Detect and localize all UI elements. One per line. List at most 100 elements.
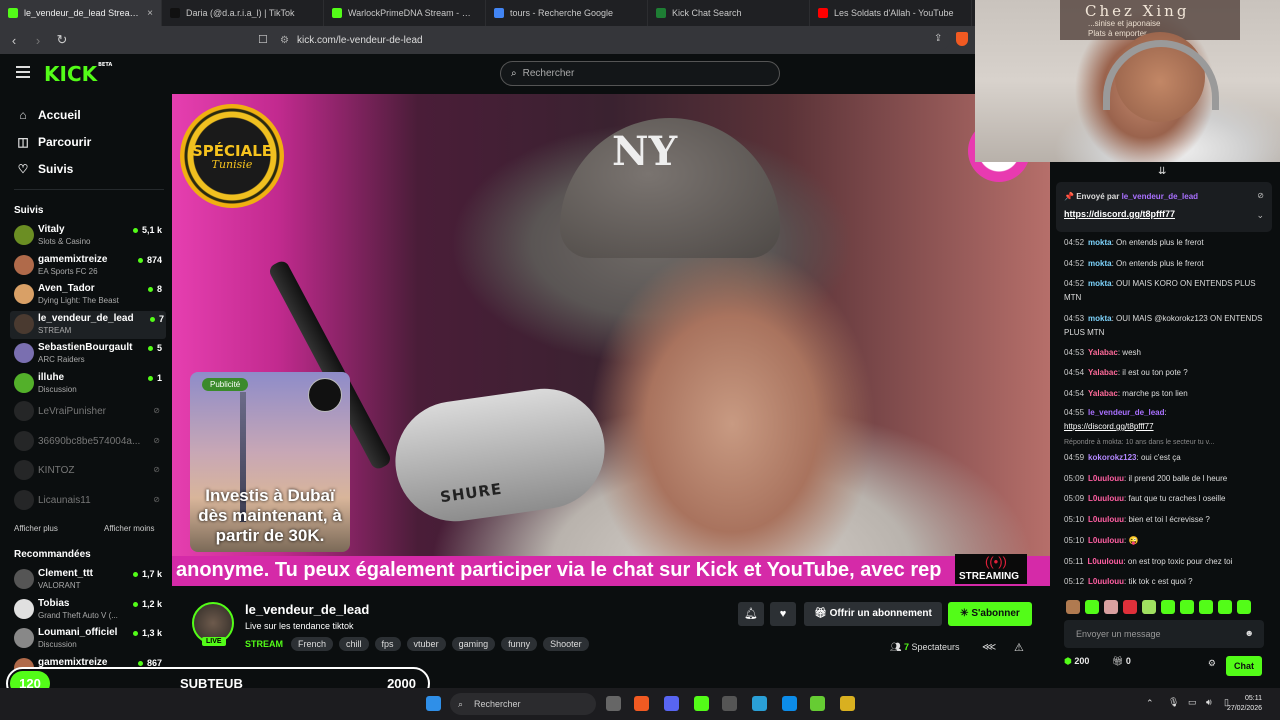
emote-icon[interactable] <box>1085 600 1099 614</box>
message-user[interactable]: mokta <box>1088 238 1112 247</box>
chat-collapse-icon[interactable]: ⇊ <box>1158 166 1166 177</box>
emote-icon[interactable] <box>1123 600 1137 614</box>
sidebar-channel[interactable]: Aven_Tador Dying Light: The Beast 8 <box>14 281 164 309</box>
message-user[interactable]: L0uulouu <box>1088 474 1124 483</box>
stream-tag[interactable]: fps <box>374 637 401 651</box>
show-more-link[interactable]: Afficher plus <box>14 524 58 533</box>
sidebar-channel-offline[interactable]: Licaunais11 ⊘ <box>14 487 164 515</box>
bookmark-icon[interactable]: ☐ <box>258 33 268 46</box>
stream-tag[interactable]: gaming <box>451 637 496 651</box>
message-user[interactable]: L0uulouu <box>1088 577 1124 586</box>
discord-icon[interactable] <box>664 696 679 711</box>
taskbar-clock[interactable]: 05:11 27/02/2026 <box>1227 694 1262 714</box>
site-info-icon[interactable]: ⚙ <box>280 35 289 46</box>
kick-logo[interactable]: KICKBETA <box>44 62 112 86</box>
show-less-link[interactable]: Afficher moins <box>104 524 155 533</box>
emote-icon[interactable] <box>1104 600 1118 614</box>
subscribe-button[interactable]: ✳ S'abonner <box>948 602 1032 626</box>
message-user[interactable]: kokorokz123 <box>1088 453 1136 462</box>
sidebar-channel[interactable]: Tobias Grand Theft Auto V (... 1,2 k <box>14 596 164 624</box>
tab-close-icon[interactable]: × <box>147 8 153 19</box>
pinned-message[interactable]: 📌 Envoyé par le_vendeur_de_lead https://… <box>1056 182 1272 232</box>
message-user[interactable]: L0uulouu <box>1088 515 1124 524</box>
sidebar-channel-offline[interactable]: LeVraiPunisher ⊘ <box>14 398 164 426</box>
message-user[interactable]: Yalabac <box>1088 348 1118 357</box>
sidebar-channel-offline[interactable]: 36690bc8be574004a... ⊘ <box>14 428 164 456</box>
message-user[interactable]: mokta <box>1088 279 1112 288</box>
ad-overlay[interactable]: Publicité Investis à Dubaï dès maintenan… <box>190 372 350 552</box>
edge-icon[interactable] <box>782 696 797 711</box>
stream-tag[interactable]: Shooter <box>543 637 589 651</box>
menu-icon[interactable] <box>16 66 30 81</box>
emote-icon[interactable] <box>1066 600 1080 614</box>
message-user[interactable]: L0uulouu <box>1088 494 1124 503</box>
network-icon[interactable]: ▭ <box>1188 697 1197 708</box>
chat-settings-icon[interactable]: ⚙ <box>1208 658 1216 669</box>
brave-icon[interactable] <box>634 696 649 711</box>
browser-tab[interactable]: tours - Recherche Google <box>486 0 648 26</box>
message-user[interactable]: Yalabac <box>1088 368 1118 377</box>
kick-app-icon[interactable] <box>694 696 709 711</box>
back-icon[interactable]: ‹ <box>4 33 24 48</box>
chat-send-button[interactable]: Chat <box>1226 656 1262 676</box>
share-icon[interactable]: ⇪ <box>934 33 942 44</box>
emote-icon[interactable] <box>1180 600 1194 614</box>
follow-heart-icon[interactable]: ♥ <box>770 602 796 626</box>
app-icon[interactable] <box>840 696 855 711</box>
stream-tag[interactable]: vtuber <box>406 637 446 651</box>
message-user[interactable]: L0uulouu <box>1087 557 1123 566</box>
nav-home[interactable]: ⌂ Accueil <box>16 108 80 122</box>
emote-icon[interactable] <box>1142 600 1156 614</box>
emote-icon[interactable] <box>1199 600 1213 614</box>
expand-chevron-icon[interactable]: ⌄ <box>1256 210 1264 221</box>
message-user[interactable]: Yalabac <box>1088 389 1118 398</box>
nav-following[interactable]: ♡ Suivis <box>16 162 74 176</box>
streamer-name[interactable]: le_vendeur_de_lead <box>245 602 369 617</box>
browser-tab[interactable]: Kick Chat Search <box>648 0 810 26</box>
app-icon[interactable] <box>752 696 767 711</box>
message-user[interactable]: mokta <box>1088 314 1112 323</box>
share-stream-icon[interactable]: ⋘ <box>982 642 996 653</box>
pinned-link[interactable]: https://discord.gg/t8pfff77 <box>1064 209 1175 219</box>
url-input[interactable]: ⚙ kick.com/le-vendeur-de-lead <box>280 30 950 50</box>
message-user[interactable]: le_vendeur_de_lead <box>1088 408 1164 417</box>
report-icon[interactable]: ⚠ <box>1014 641 1024 654</box>
task-view-icon[interactable] <box>606 696 621 711</box>
sidebar-channel[interactable]: gamemixtreize EA Sports FC 26 874 <box>14 252 164 280</box>
message-user[interactable]: mokta <box>1088 259 1112 268</box>
sidebar-channel[interactable]: SebastienBourgault ARC Raiders 5 <box>14 340 164 368</box>
volume-icon[interactable]: 🔊︎ <box>1206 697 1212 708</box>
emote-icon[interactable] <box>1161 600 1175 614</box>
forward-icon[interactable]: › <box>28 33 48 48</box>
windows-start-icon[interactable] <box>426 696 441 711</box>
stream-tag[interactable]: chill <box>339 637 369 651</box>
taskbar-search[interactable]: ⌕ Rechercher <box>450 693 596 715</box>
sidebar-channel-offline[interactable]: KINTOZ ⊘ <box>14 457 164 485</box>
app-icon[interactable] <box>722 696 737 711</box>
stream-tag[interactable]: funny <box>501 637 538 651</box>
gift-subscription-button[interactable]: 🎁︎ Offrir un abonnement <box>804 602 942 626</box>
browser-tab[interactable]: WarlockPrimeDNA Stream - Watch <box>324 0 486 26</box>
app-icon[interactable] <box>810 696 825 711</box>
emote-icon[interactable] <box>1218 600 1232 614</box>
stream-category[interactable]: STREAM <box>245 639 283 649</box>
emoji-picker-icon[interactable]: ☻ <box>1245 628 1254 638</box>
gift-icon[interactable]: 🎁︎ <box>1112 656 1123 666</box>
browser-tab[interactable]: le_vendeur_de_lead Stream - W × <box>0 0 162 26</box>
sidebar-channel[interactable]: Clement_ttt VALORANT 1,7 k <box>14 566 164 594</box>
browser-tab[interactable]: Daria (@d.a.r.i.a_l) | TikTok <box>162 0 324 26</box>
brave-shield-icon[interactable] <box>956 32 968 46</box>
nav-browse[interactable]: ◫ Parcourir <box>16 135 91 149</box>
notification-bell-icon[interactable]: 🔔︎ <box>738 602 764 626</box>
sidebar-channel[interactable]: Vitaly Slots & Casino 5,1 k <box>14 222 164 250</box>
browser-tab[interactable]: Les Soldats d'Allah - YouTube <box>810 0 972 26</box>
sidebar-channel[interactable]: Loumani_officiel Discussion 1,3 k <box>14 625 164 653</box>
chat-message-input[interactable]: Envoyer un message ☻ <box>1064 620 1264 648</box>
message-link[interactable]: https://discord.gg/t8pfff77 <box>1064 422 1154 431</box>
message-user[interactable]: L0uulouu <box>1088 536 1124 545</box>
emote-icon[interactable] <box>1237 600 1251 614</box>
stream-tag[interactable]: French <box>291 637 334 651</box>
sidebar-channel[interactable]: illuhe Discussion 1 <box>14 370 164 398</box>
sidebar-channel[interactable]: le_vendeur_de_lead STREAM 7 <box>10 310 166 339</box>
unpin-icon[interactable]: ⊘ <box>1257 191 1264 200</box>
